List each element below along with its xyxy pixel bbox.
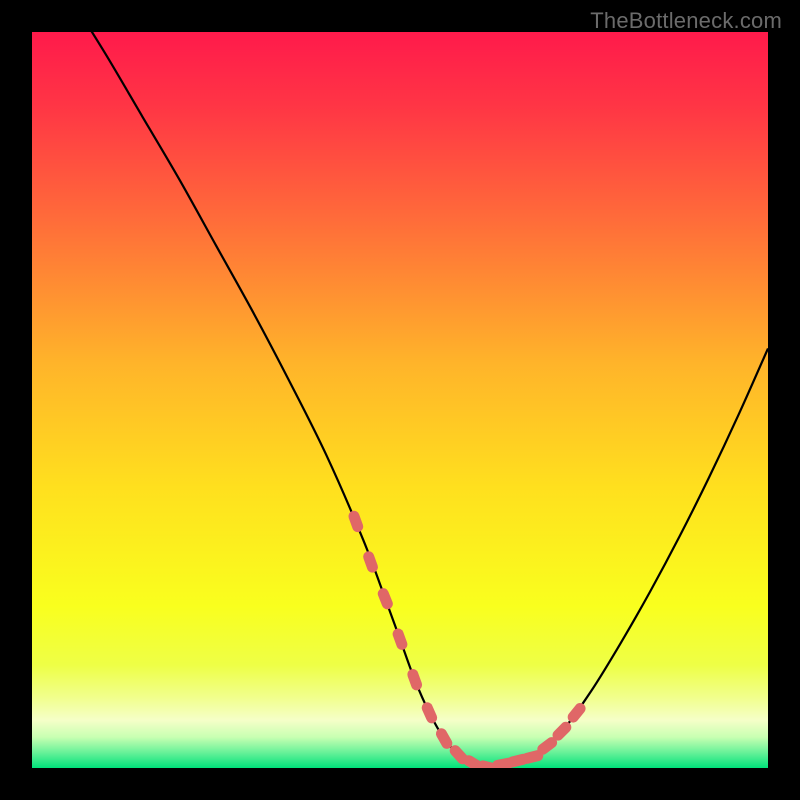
watermark-text: TheBottleneck.com xyxy=(590,8,782,34)
highlight-dots xyxy=(347,509,588,768)
highlight-dot xyxy=(376,586,394,611)
curve-layer xyxy=(32,32,768,768)
highlight-dot xyxy=(362,550,380,574)
highlight-dot xyxy=(406,667,424,691)
highlight-dot xyxy=(347,509,365,533)
highlight-dot xyxy=(420,701,439,726)
highlight-dot xyxy=(391,627,409,651)
bottleneck-curve xyxy=(69,32,768,768)
chart-stage: TheBottleneck.com xyxy=(0,0,800,800)
plot-area xyxy=(32,32,768,768)
